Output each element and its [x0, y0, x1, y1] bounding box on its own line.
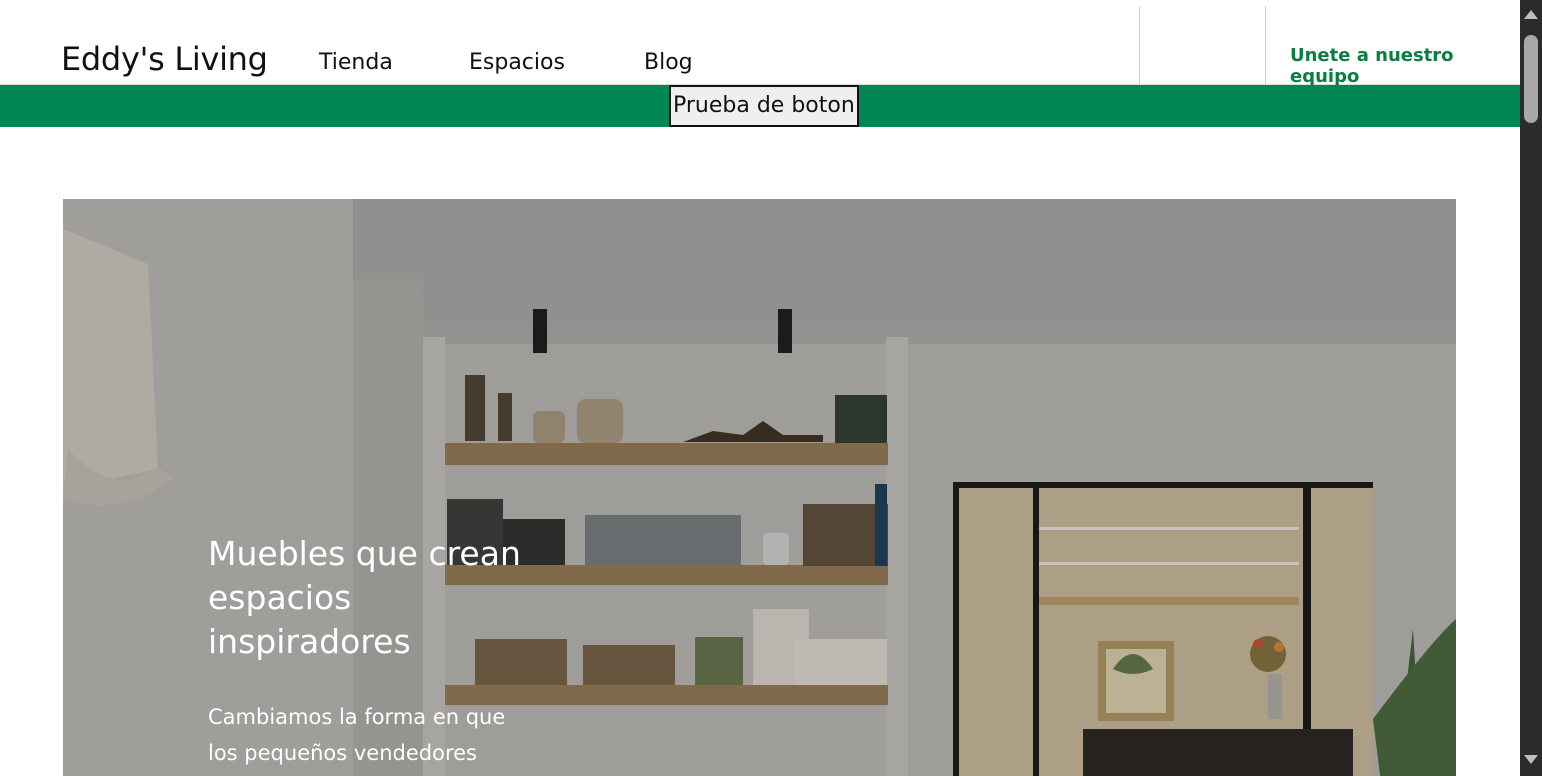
test-button[interactable]: Prueba de boton	[669, 85, 859, 127]
hero-dark-overlay	[63, 199, 1456, 776]
hero-title: Muebles que crean espacios inspiradores	[208, 534, 521, 661]
brand-logo[interactable]: Eddy's Living	[61, 40, 268, 78]
scrollbar-thumb[interactable]	[1524, 35, 1538, 123]
nav-link-blog[interactable]: Blog	[644, 50, 693, 75]
page: Eddy's Living Tienda Espacios Blog Unete…	[0, 0, 1520, 776]
header-divider	[1265, 6, 1266, 84]
hero-banner: Muebles que crean espacios inspiradores …	[63, 199, 1456, 776]
scroll-up-arrow-icon[interactable]	[1524, 10, 1538, 19]
scroll-down-arrow-icon[interactable]	[1524, 755, 1538, 764]
nav-link-espacios[interactable]: Espacios	[469, 50, 565, 75]
join-team-link[interactable]: Unete a nuestro equipo	[1290, 45, 1520, 87]
nav-link-tienda[interactable]: Tienda	[319, 50, 393, 75]
site-header: Eddy's Living Tienda Espacios Blog Unete…	[0, 0, 1520, 87]
hero-subtitle: Cambiamos la forma en que los pequeños v…	[208, 705, 506, 765]
header-divider	[1139, 6, 1140, 84]
